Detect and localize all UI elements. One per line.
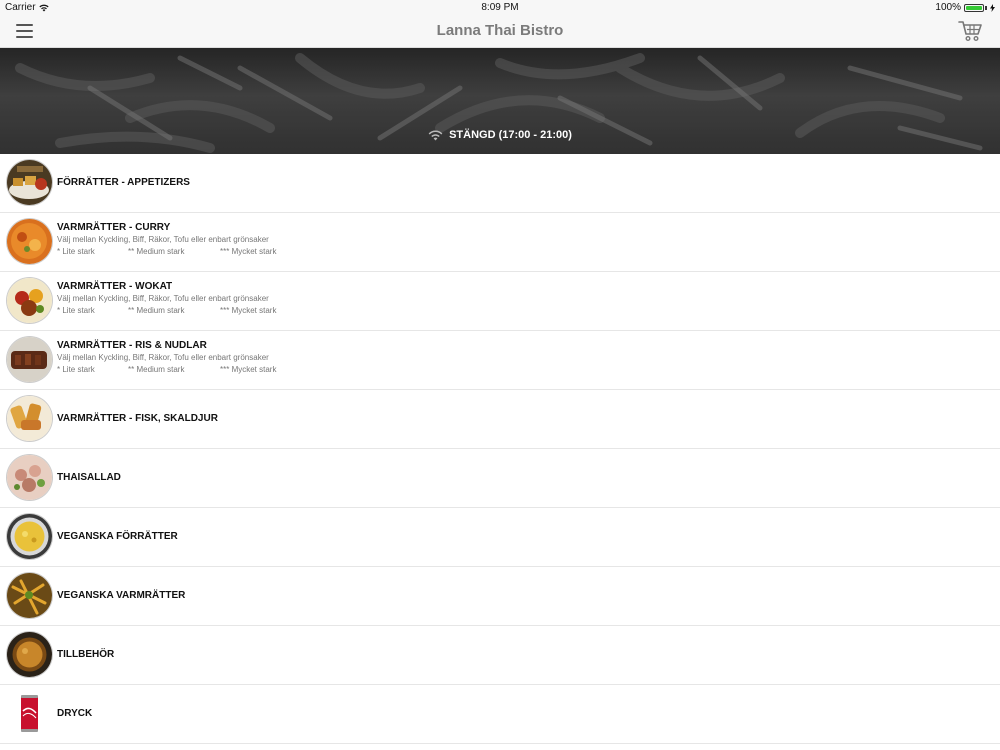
category-thumbnail <box>7 573 52 618</box>
page-title: Lanna Thai Bistro <box>436 22 564 39</box>
category-title: TILLBEHÖR <box>57 649 115 660</box>
spice-level-mild: * Lite stark <box>57 306 95 315</box>
spice-legend: * Lite stark ** Medium stark *** Mycket … <box>57 365 276 375</box>
category-description: Välj mellan Kyckling, Biff, Räkor, Tofu … <box>57 294 269 303</box>
spice-level-hot: *** Mycket stark <box>220 247 277 256</box>
wifi-icon <box>428 130 443 140</box>
spice-level-medium: ** Medium stark <box>128 365 185 374</box>
category-title: DRYCK <box>57 708 93 719</box>
spice-level-medium: ** Medium stark <box>128 306 185 315</box>
category-item-thaisallad[interactable]: THAISALLAD <box>0 449 1000 508</box>
opening-status: STÄNGD (17:00 - 21:00) <box>0 129 1000 141</box>
battery-percent: 100% <box>935 2 961 13</box>
shopping-cart-icon[interactable] <box>958 20 982 42</box>
category-description: Välj mellan Kyckling, Biff, Räkor, Tofu … <box>57 353 269 362</box>
spice-level-mild: * Lite stark <box>57 247 95 256</box>
category-thumbnail <box>7 632 52 677</box>
opening-hours-label: STÄNGD (17:00 - 21:00) <box>449 129 572 141</box>
clock: 8:09 PM <box>481 2 519 13</box>
battery-indicator: 100% <box>935 2 995 13</box>
category-title: VEGANSKA VARMRÄTTER <box>57 590 186 601</box>
category-thumbnail <box>7 396 52 441</box>
category-thumbnail <box>7 337 52 382</box>
category-item-veganska-varmratter[interactable]: VEGANSKA VARMRÄTTER <box>0 567 1000 626</box>
category-thumbnail <box>7 160 52 205</box>
charging-bolt-icon <box>990 3 995 12</box>
spice-level-hot: *** Mycket stark <box>220 306 277 315</box>
category-item-dryck[interactable]: DRYCK <box>0 685 1000 744</box>
status-bar: Carrier 8:09 PM 100% <box>0 0 1000 15</box>
category-thumbnail <box>7 455 52 500</box>
category-item-veganska-forratter[interactable]: VEGANSKA FÖRRÄTTER <box>0 508 1000 567</box>
category-description: Välj mellan Kyckling, Biff, Räkor, Tofu … <box>57 235 269 244</box>
category-title: VARMRÄTTER - WOKAT <box>57 281 173 292</box>
category-title: VEGANSKA FÖRRÄTTER <box>57 531 178 542</box>
spice-legend: * Lite stark ** Medium stark *** Mycket … <box>57 247 276 257</box>
category-title: VARMRÄTTER - FISK, SKALDJUR <box>57 413 218 424</box>
navigation-bar: Lanna Thai Bistro <box>0 15 1000 48</box>
category-item-curry[interactable]: VARMRÄTTER - CURRY Välj mellan Kyckling,… <box>0 213 1000 272</box>
category-item-ris-nudlar[interactable]: VARMRÄTTER - RIS & NUDLAR Välj mellan Ky… <box>0 331 1000 390</box>
spice-level-medium: ** Medium stark <box>128 247 185 256</box>
category-item-tillbehor[interactable]: TILLBEHÖR <box>0 626 1000 685</box>
category-item-forratter[interactable]: FÖRRÄTTER - APPETIZERS <box>0 154 1000 213</box>
category-thumbnail <box>7 514 52 559</box>
spice-legend: * Lite stark ** Medium stark *** Mycket … <box>57 306 276 316</box>
category-title: FÖRRÄTTER - APPETIZERS <box>57 177 190 188</box>
category-thumbnail <box>7 278 52 323</box>
category-thumbnail <box>7 691 52 736</box>
spice-level-hot: *** Mycket stark <box>220 365 277 374</box>
category-item-wokat[interactable]: VARMRÄTTER - WOKAT Välj mellan Kyckling,… <box>0 272 1000 331</box>
category-list: FÖRRÄTTER - APPETIZERS VARMRÄTTER - CURR… <box>0 154 1000 744</box>
category-title: THAISALLAD <box>57 472 121 483</box>
category-title: VARMRÄTTER - RIS & NUDLAR <box>57 340 207 351</box>
category-title: VARMRÄTTER - CURRY <box>57 222 171 233</box>
spice-level-mild: * Lite stark <box>57 365 95 374</box>
category-thumbnail <box>7 219 52 264</box>
battery-icon <box>964 3 984 12</box>
header-banner: STÄNGD (17:00 - 21:00) <box>0 48 1000 154</box>
category-item-fisk-skaldjur[interactable]: VARMRÄTTER - FISK, SKALDJUR <box>0 390 1000 449</box>
